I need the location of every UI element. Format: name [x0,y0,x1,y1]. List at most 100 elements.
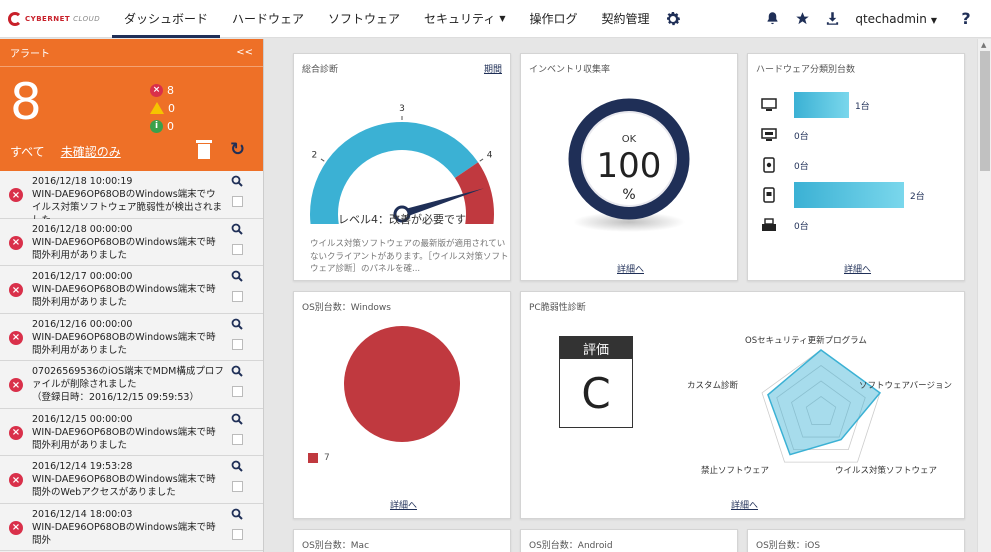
error-icon: × [9,188,23,202]
hardware-count: 0台 [794,161,809,172]
gauge-tick-label: 2 [311,150,317,160]
gauge-description: ウイルス対策ソフトウェアの最新版が適用されていないクライアントがあります。［ウイ… [310,239,509,274]
logo[interactable]: CYBERNET CLOUD [0,0,112,38]
alert-item[interactable]: × 07026569536のiOS端末でMDM構成プロファイルが削除されました （登… [0,361,263,409]
panel-title: OS別台数：Windows [302,303,391,313]
gauge-tick-label: 3 [399,104,405,114]
nav-operation-log[interactable]: 操作ログ [517,0,589,38]
search-icon[interactable] [231,270,243,282]
detail-link[interactable]: 詳細へ [731,498,758,511]
top-nav: CYBERNET CLOUD ダッシュボード ハードウェア ソフトウェア セキュ… [0,0,991,38]
alert-checkbox[interactable] [232,433,243,445]
panel-os-mac: OS別台数：Mac [293,529,511,552]
gear-icon[interactable] [662,10,684,28]
refresh-icon[interactable]: ↻ [230,139,245,160]
scroll-thumb[interactable] [980,51,990,171]
alert-item[interactable]: × 2016/12/17 00:00:00 WIN-DAE96OP68OBのWind… [0,266,263,314]
alert-checkbox[interactable] [232,481,243,492]
desktop-icon [760,96,778,114]
error-icon: × [9,283,23,297]
collapse-sidebar-button[interactable]: << [236,47,253,58]
error-count: 8 [167,83,174,97]
alert-checkbox[interactable] [232,291,243,302]
detail-link[interactable]: 詳細へ [844,262,871,275]
scroll-up-icon[interactable]: ▲ [981,41,986,49]
search-icon[interactable] [231,413,243,425]
alert-message: WIN-DAE96OP68OBのWindows端末で時間外のWebアクセスがあり… [32,474,216,498]
alert-date: 2016/12/18 10:00:19 [32,176,133,187]
mac-icon [760,126,778,144]
download-icon[interactable] [821,11,843,26]
error-icon: × [9,235,23,250]
gauge-tick-label: 4 [487,150,493,160]
windows-pie [344,326,460,442]
hardware-row: 0台 [760,214,809,236]
alert-date: 2016/12/15 00:00:00 [32,413,133,425]
search-icon[interactable] [231,318,243,330]
radar-label-prohibited-software: 禁止ソフトウェア [701,466,770,476]
alert-text: 2016/12/15 00:00:00 WIN-DAE96OP68OBのWindo… [32,413,224,452]
search-icon[interactable] [231,365,243,377]
search-icon[interactable] [231,508,243,520]
bell-icon[interactable] [761,11,783,26]
panel-pc-vulnerability: PC脆弱性診断 評価 C OSセキュリティ更新プログラム ソフトウェアバージョン… [520,291,965,519]
ios-icon [760,186,778,204]
alert-text: 2016/12/16 00:00:00 WIN-DAE96OP68OBのWindo… [32,318,224,357]
filter-all[interactable]: すべて [10,143,45,160]
logo-mark [8,11,22,26]
help-icon[interactable]: ? [955,9,977,28]
error-icon: × [9,425,23,440]
nav-contract[interactable]: 契約管理 [590,0,662,38]
error-icon: × [9,520,23,535]
filter-unread[interactable]: 未確認のみ [61,143,121,160]
legend-swatch [308,453,318,463]
alert-date: 2016/12/14 18:00:03 [32,508,133,520]
alert-list: × 2016/12/18 10:00:19 WIN-DAE96OP68OBのWind… [0,171,263,551]
legend-value: 7 [324,453,330,463]
logo-text: CYBERNET CLOUD [25,14,101,23]
alert-item[interactable]: × 2016/12/18 00:00:00 WIN-DAE96OP68OBのWind… [0,218,263,266]
alert-checkbox[interactable] [232,386,243,397]
alert-item[interactable]: × 2016/12/14 19:53:28 WIN-DAE96OP68OBのWind… [0,456,263,504]
nav-hardware[interactable]: ハードウェア [220,0,316,38]
user-menu[interactable]: qtechadmin ▼ [855,12,937,26]
hardware-row: 2台 [760,182,925,208]
user-name: qtechadmin [855,11,927,26]
nav-software[interactable]: ソフトウェア [316,0,412,38]
nav-dashboard[interactable]: ダッシュボード [112,0,221,38]
error-icon: × [9,378,23,392]
panel-title: OS別台数：Android [529,541,613,551]
alert-checkbox[interactable] [232,528,243,540]
alert-text: 2016/12/14 18:00:03 WIN-DAE96OP68OBのWindo… [32,508,224,547]
panel-title: OS別台数：iOS [756,541,821,551]
pie-slice-windows [344,326,460,442]
alert-checkbox[interactable] [232,196,243,207]
alert-title-bar: アラート << [0,39,263,67]
android-icon [760,156,778,174]
nav-right: qtechadmin ▼ ? [761,0,991,38]
alert-message: WIN-DAE96OP68OBのWindows端末で時間外利用がありました [32,284,216,308]
star-icon[interactable] [791,11,813,26]
search-icon[interactable] [231,175,243,187]
trash-icon[interactable] [196,140,212,160]
panel-title: ハードウェア分類別台数 [756,65,856,75]
alert-message: WIN-DAE96OP68OBのWindows端末で時間外利用がありました [32,331,216,356]
nav-security[interactable]: セキュリティ ▼ [412,0,517,38]
alert-date: 2016/12/14 19:53:28 [32,461,133,472]
hardware-bar [794,182,904,208]
detail-link[interactable]: 詳細へ [390,498,417,511]
alert-item[interactable]: × 2016/12/18 10:00:19 WIN-DAE96OP68OBのWind… [0,171,263,226]
alert-checkbox[interactable] [232,243,243,255]
alert-item[interactable]: × 2016/12/16 00:00:00 WIN-DAE96OP68OBのWind… [0,313,263,361]
alert-checkbox[interactable] [232,338,243,350]
radar-chart [761,349,882,463]
alert-item[interactable]: × 2016/12/15 00:00:00 WIN-DAE96OP68OBのWind… [0,408,263,456]
panel-hardware-count: ハードウェア分類別台数 1台 0台 0台 2台 0台 詳細へ [747,53,965,281]
alert-message: WIN-DAE96OP68OBのWindows端末で時間外利用がありました [32,236,216,261]
alert-item[interactable]: × 2016/12/14 18:00:03 WIN-DAE96OP68OBのWind… [0,503,263,551]
search-icon[interactable] [231,460,243,472]
radar-area [767,349,882,456]
search-icon[interactable] [231,223,243,235]
detail-link[interactable]: 詳細へ [617,262,644,275]
scrollbar[interactable]: ▲ [977,39,991,552]
